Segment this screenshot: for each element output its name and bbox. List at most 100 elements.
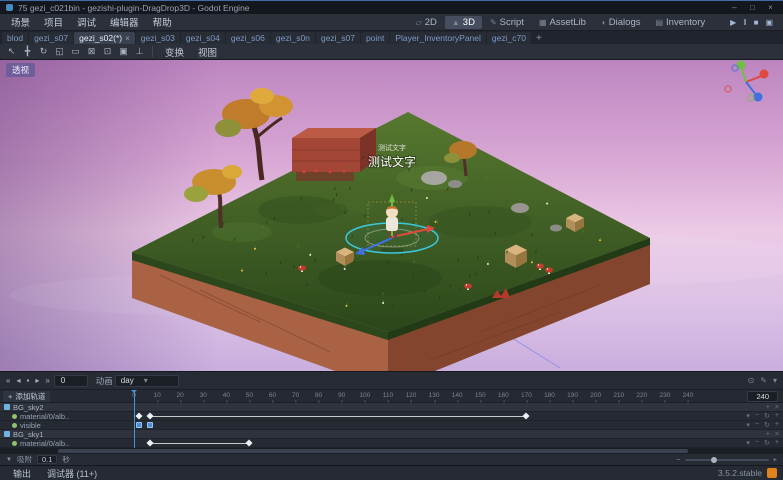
anim-play-button[interactable]: ▸ <box>33 376 41 385</box>
new-scene-tab-button[interactable]: + <box>532 33 546 44</box>
anim-play-from-start-button[interactable]: » <box>43 376 51 385</box>
filter-icon[interactable]: ▼ <box>6 457 12 463</box>
interpolation-icon[interactable]: ~ <box>755 439 759 447</box>
timeline-playhead[interactable] <box>134 390 135 448</box>
close-icon[interactable]: × <box>125 34 130 43</box>
scene-tab-gezi-s02---[interactable]: gezi_s02(*)× <box>74 32 135 44</box>
menu-项目[interactable]: 项目 <box>37 15 70 29</box>
version-badge-icon[interactable] <box>767 468 777 478</box>
edit-animation-icon[interactable]: ✎ <box>760 376 767 385</box>
scene-tab-gezi-s06[interactable]: gezi_s06 <box>226 32 270 44</box>
zoom-slider[interactable] <box>685 459 769 461</box>
close-button[interactable]: × <box>764 3 777 12</box>
update-mode-icon[interactable]: ▾ <box>746 421 750 429</box>
maximize-button[interactable]: □ <box>746 3 759 12</box>
zoom-out-icon[interactable]: − <box>676 455 680 464</box>
workspace-script-button[interactable]: ✎Script <box>483 16 531 29</box>
pause-button[interactable]: ‖ <box>741 18 748 27</box>
add-track-button[interactable]: + 添加轨道 <box>3 391 50 402</box>
interpolation-icon[interactable]: ~ <box>755 412 759 420</box>
workspace-dialogs-button[interactable]: ◖Dialogs <box>594 16 648 29</box>
keyframe[interactable] <box>147 422 153 428</box>
ruler-tick-160: 160 <box>498 392 509 399</box>
select-tool-icon[interactable]: ↖ <box>4 46 19 57</box>
anim-stop-button[interactable]: ▪ <box>24 376 31 385</box>
menu-场景[interactable]: 场景 <box>4 15 37 29</box>
scene-tab-gezi-s03[interactable]: gezi_s03 <box>136 32 180 44</box>
snap-tool-icon[interactable]: ⊥ <box>132 46 147 57</box>
scene-tab-gezi-s07[interactable]: gezi_s07 <box>29 32 73 44</box>
add-key-icon[interactable]: + <box>775 439 779 447</box>
remove-track-icon[interactable]: × <box>775 431 779 438</box>
move-tool-icon[interactable]: ╋ <box>20 46 35 57</box>
rotate-tool-icon[interactable]: ↻ <box>36 46 51 57</box>
loop-icon[interactable]: ↻ <box>764 439 770 447</box>
toolbar-menu-变换[interactable]: 变换 <box>158 45 191 59</box>
scene-tab-point[interactable]: point <box>361 32 389 44</box>
unlock-tool-icon[interactable]: ⊡ <box>100 46 115 57</box>
add-key-icon[interactable]: + <box>775 412 779 420</box>
workspace-2d-button[interactable]: ▱2D <box>409 16 444 29</box>
viewport-render: 测试文字 测试文字 <box>0 60 783 371</box>
loop-icon[interactable]: ↻ <box>764 421 770 429</box>
add-key-icon[interactable]: + <box>775 421 779 429</box>
add-key-icon[interactable]: + <box>766 431 770 438</box>
panel-button---[interactable]: 输出 <box>6 467 38 480</box>
scene-tab-blod[interactable]: blod <box>2 32 28 44</box>
keyframe[interactable] <box>147 439 154 446</box>
current-time-spinbox[interactable]: 0 <box>54 375 88 387</box>
scrollbar-thumb[interactable] <box>58 449 688 453</box>
lock-tool-icon[interactable]: ⊠ <box>84 46 99 57</box>
loop-icon[interactable]: ↻ <box>764 412 770 420</box>
snap-value-spinbox[interactable]: 0.1 <box>37 455 57 464</box>
workspace-assetlib-button[interactable]: ▦AssetLib <box>532 16 593 29</box>
interpolation-icon[interactable]: ~ <box>755 421 759 429</box>
onion-skinning-icon[interactable]: ⊙ <box>748 376 755 385</box>
workspace-inventory-button[interactable]: ▤Inventory <box>648 16 712 29</box>
timeline-ruler[interactable]: + 添加轨道 010203040506070809010011012013014… <box>0 390 783 403</box>
scene-tab-bar: blodgezi_s07gezi_s02(*)×gezi_s03gezi_s04… <box>0 31 783 44</box>
keyframe[interactable] <box>136 422 142 428</box>
scene-tab-gezi-s04[interactable]: gezi_s04 <box>181 32 225 44</box>
minimize-button[interactable]: – <box>728 3 741 12</box>
inventory-icon: ▤ <box>655 18 663 27</box>
update-mode-icon[interactable]: ▾ <box>746 412 750 420</box>
toolbar-menu-视图[interactable]: 视图 <box>191 45 224 59</box>
add-key-icon[interactable]: + <box>766 404 770 411</box>
play-button[interactable]: ▶ <box>728 18 738 27</box>
remove-track-icon[interactable]: × <box>775 404 779 411</box>
keyframe[interactable] <box>147 412 154 419</box>
scene-tab-player-inventorypanel[interactable]: Player_InventoryPanel <box>390 32 486 44</box>
keyframe[interactable] <box>246 439 253 446</box>
scene-tab-label: gezi_s02(*) <box>79 33 122 43</box>
scene-tab-gezi-s07[interactable]: gezi_s07 <box>316 32 360 44</box>
perspective-button[interactable]: 透视 <box>6 63 35 77</box>
ruler-tick-230: 230 <box>659 392 670 399</box>
zoom-slider-handle[interactable] <box>711 457 717 463</box>
keyframe[interactable] <box>135 412 142 419</box>
stop-button[interactable]: ■ <box>752 18 761 27</box>
animation-select-dropdown[interactable]: day ▾ <box>115 375 179 387</box>
anim-play-backwards-button[interactable]: ◂ <box>14 376 22 385</box>
scene-tab-gezi-c70[interactable]: gezi_c70 <box>487 32 531 44</box>
timeline-scrollbar[interactable] <box>0 448 783 454</box>
anim-play-backwards-from-end-button[interactable]: « <box>4 376 12 385</box>
zoom-in-icon[interactable]: + <box>773 455 777 464</box>
menu-编辑器[interactable]: 编辑器 <box>103 15 146 29</box>
scene-tab-gezi-s0n[interactable]: gezi_s0n <box>271 32 315 44</box>
3d-viewport[interactable]: 测试文字 测试文字 透视 <box>0 60 783 371</box>
menu-调试[interactable]: 调试 <box>70 15 103 29</box>
list-select-tool-icon[interactable]: ▭ <box>68 46 83 57</box>
track-material-0-alb--[interactable]: material/0/alb..▾~↻+ <box>0 439 783 448</box>
animation-length-box[interactable]: 240 <box>747 391 778 402</box>
ruler-tick-50: 50 <box>246 392 253 399</box>
keyframe[interactable] <box>523 412 530 419</box>
panel-button------11--[interactable]: 调试器 (11+) <box>40 467 104 480</box>
workspace-3d-button[interactable]: ▲3D <box>445 16 482 29</box>
panel-menu-icon[interactable]: ▾ <box>773 376 777 385</box>
menu-帮助[interactable]: 帮助 <box>146 15 179 29</box>
update-mode-icon[interactable]: ▾ <box>746 439 750 447</box>
group-tool-icon[interactable]: ▣ <box>116 46 131 57</box>
scale-tool-icon[interactable]: ◱ <box>52 46 67 57</box>
movie-button[interactable]: ▣ <box>763 18 775 27</box>
